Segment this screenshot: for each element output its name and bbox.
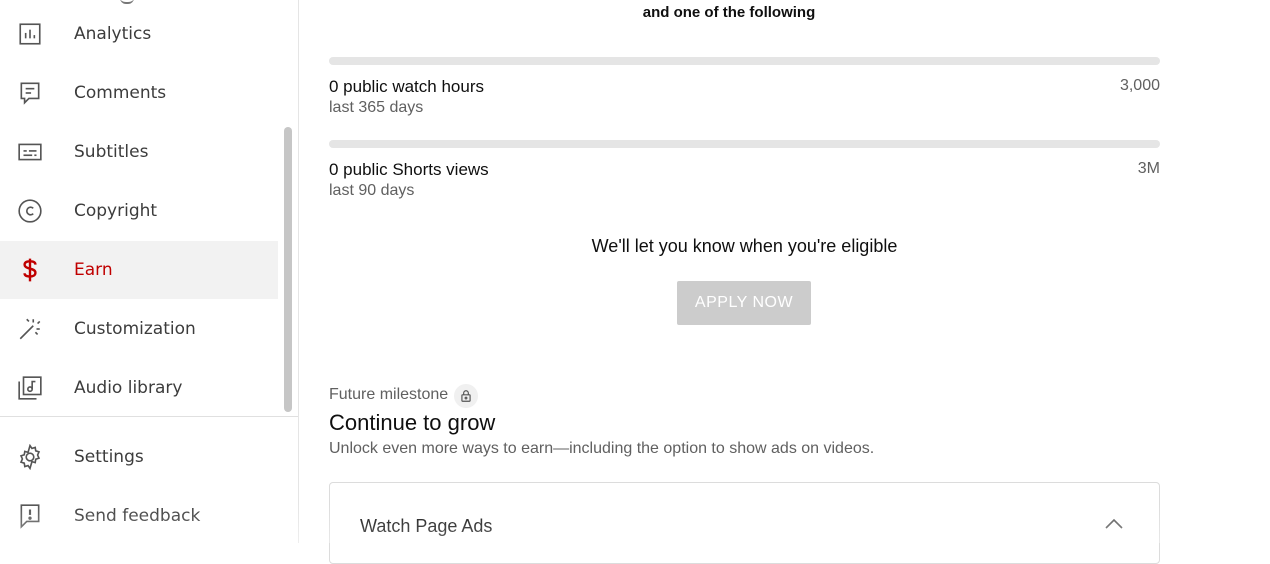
audio-library-icon xyxy=(16,374,44,402)
sidebar-item-copyright[interactable]: Copyright xyxy=(0,182,278,240)
chevron-up-icon[interactable] xyxy=(1104,516,1124,530)
sidebar-item-settings[interactable]: Settings xyxy=(0,428,278,486)
sidebar-item-audio-library[interactable]: Audio library xyxy=(0,359,278,417)
main-content: and one of the following 0 public watch … xyxy=(299,0,1270,564)
shorts-views-period: last 90 days xyxy=(329,182,415,199)
milestone-title: Continue to grow xyxy=(329,410,496,435)
shorts-views-target: 3M xyxy=(1137,160,1160,177)
lock-icon xyxy=(454,384,478,408)
gear-icon xyxy=(16,443,44,471)
sidebar-item-label: Earn xyxy=(74,260,113,280)
subtitles-icon xyxy=(16,138,44,166)
sidebar-item-label: Comments xyxy=(74,83,167,103)
sidebar-item-subtitles[interactable]: Subtitles xyxy=(0,123,278,181)
feedback-icon xyxy=(16,502,44,530)
magic-wand-icon xyxy=(16,315,44,343)
sidebar-item-label: Send feedback xyxy=(74,506,201,526)
card-title: Watch Page Ads xyxy=(360,516,493,536)
sidebar-item-send-feedback[interactable]: Send feedback xyxy=(0,487,278,543)
earn-dollar-icon xyxy=(16,256,44,284)
shorts-views-progress-bar xyxy=(329,140,1160,148)
watch-hours-target: 3,000 xyxy=(1119,77,1160,94)
sidebar-item-label: Audio library xyxy=(74,378,183,398)
sidebar-divider xyxy=(0,416,298,417)
sidebar-scrollbar[interactable] xyxy=(284,127,292,412)
truncated-glyph xyxy=(120,0,134,4)
sidebar-item-customization[interactable]: Customization xyxy=(0,300,278,358)
copyright-icon xyxy=(16,197,44,225)
future-milestone-label: Future milestone xyxy=(329,386,449,403)
shorts-views-label: 0 public Shorts views xyxy=(329,160,489,179)
milestone-description: Unlock even more ways to earn—including … xyxy=(329,440,875,457)
comments-icon xyxy=(16,79,44,107)
sidebar-item-label: Copyright xyxy=(74,201,158,221)
sidebar-item-label: Customization xyxy=(74,319,196,339)
watch-hours-progress-bar xyxy=(329,57,1160,65)
requirement-heading: and one of the following xyxy=(642,4,816,21)
sidebar-item-analytics[interactable]: Analytics xyxy=(0,5,278,63)
sidebar-item-label: Subtitles xyxy=(74,142,149,162)
sidebar-item-label: Settings xyxy=(74,447,144,467)
analytics-icon xyxy=(16,20,44,48)
watch-hours-period: last 365 days xyxy=(329,99,424,116)
sidebar-item-label: Analytics xyxy=(74,24,152,44)
apply-now-button[interactable]: APPLY NOW xyxy=(677,281,811,325)
watch-page-ads-card[interactable]: Watch Page Ads xyxy=(329,482,1160,564)
watch-hours-label: 0 public watch hours xyxy=(329,77,484,96)
sidebar: Analytics Comments Subtitles Copyright E… xyxy=(0,0,299,543)
sidebar-item-earn[interactable]: Earn xyxy=(0,241,278,299)
sidebar-item-comments[interactable]: Comments xyxy=(0,64,278,122)
eligibility-message: We'll let you know when you're eligible xyxy=(591,236,898,256)
